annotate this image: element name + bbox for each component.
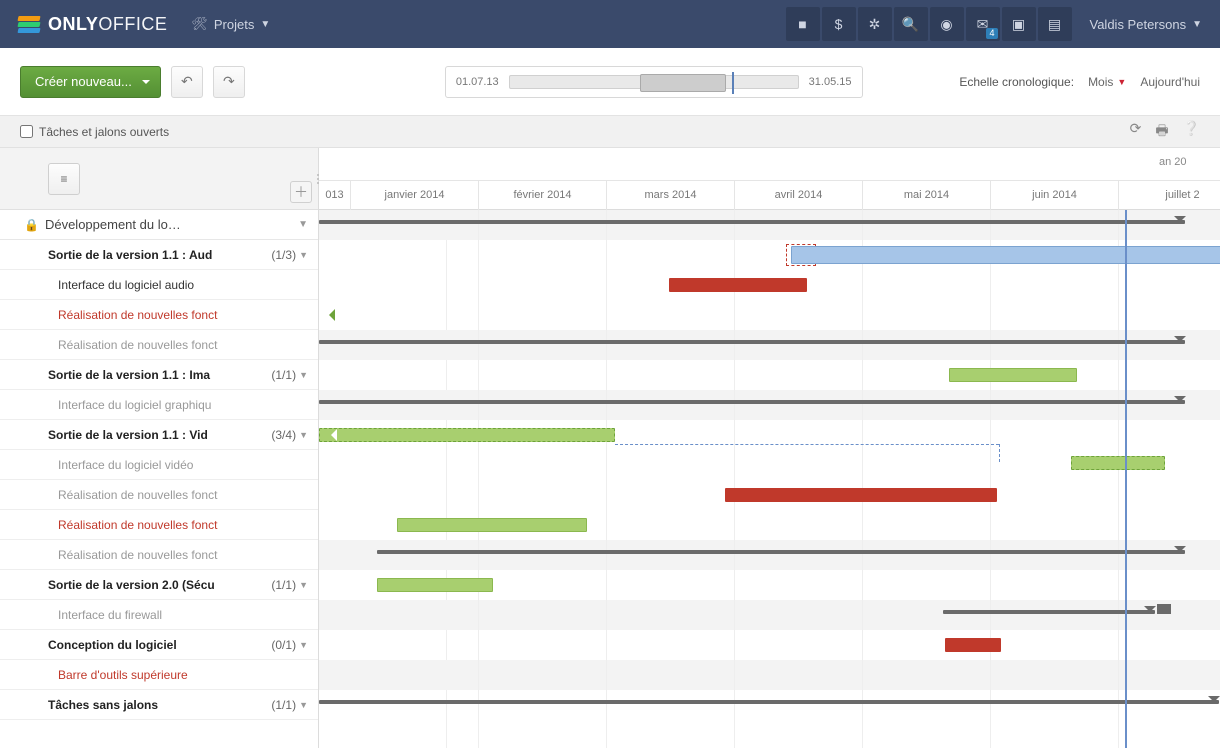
currency-icon[interactable]: $ [822,7,856,41]
task-row[interactable]: Réalisation de nouvelles fonct [0,510,318,540]
main-split: ≡ ＋ 🔒 Développement du lo… ▼ Sortie de l… [0,148,1220,748]
scale-label: Echelle cronologique: [959,75,1074,89]
gantt-bar[interactable] [319,428,615,442]
top-icon-bar: ■ $ ✲ 🔍 ◉ ✉4 ▣ ▤ [786,7,1072,41]
gantt-bar[interactable] [319,400,1185,404]
open-tasks-label: Tâches et jalons ouverts [39,125,169,139]
task-row[interactable]: Interface du logiciel vidéo [0,450,318,480]
mail-icon[interactable]: ✉4 [966,7,1000,41]
gantt-bar[interactable] [1071,456,1165,470]
month-cell: février 2014 [479,180,607,210]
task-list: Sortie de la version 1.1 : Aud(1/3) ▼Int… [0,240,318,748]
user-menu[interactable]: Valdis Petersons ▼ [1090,17,1203,32]
gantt-header: an 20 013janvier 2014février 2014mars 20… [319,148,1220,210]
task-row[interactable]: Sortie de la version 1.1 : Ima(1/1) ▼ [0,360,318,390]
sidebar-menu-button[interactable]: ≡ [48,163,80,195]
task-row[interactable]: Réalisation de nouvelles fonct [0,300,318,330]
gantt-bar[interactable] [319,340,1185,344]
search-icon[interactable]: 🔍 [894,7,928,41]
gantt-chart[interactable]: an 20 013janvier 2014février 2014mars 20… [319,148,1220,748]
module-label: Projets [214,17,254,32]
calendar-icon[interactable]: ▤ [1038,7,1072,41]
chevron-down-icon: ▼ [260,19,270,30]
topbar: ONLYOFFICE 🛠 Projets ▼ ■ $ ✲ 🔍 ◉ ✉4 ▣ ▤ … [0,0,1220,48]
gantt-bar[interactable] [945,638,1001,652]
gantt-bar[interactable] [377,578,493,592]
undo-button[interactable]: ↶ [171,66,203,98]
lock-icon: 🔒 [24,218,39,232]
task-row[interactable]: Réalisation de nouvelles fonct [0,540,318,570]
gantt-body [319,210,1220,748]
task-row[interactable]: Interface du logiciel graphiqu [0,390,318,420]
task-row[interactable]: Tâches sans jalons(1/1) ▼ [0,690,318,720]
chat-icon[interactable]: ▣ [1002,7,1036,41]
sidebar-head: ≡ ＋ [0,148,318,210]
task-row[interactable]: Sortie de la version 1.1 : Vid(3/4) ▼ [0,420,318,450]
task-row[interactable]: Sortie de la version 2.0 (Sécu(1/1) ▼ [0,570,318,600]
wrench-icon: 🛠 [191,16,208,32]
month-cell: 013 [319,180,351,210]
chevron-down-icon: ▼ [1117,77,1126,87]
task-row[interactable]: Sortie de la version 1.1 : Aud(1/3) ▼ [0,240,318,270]
month-cell: mai 2014 [863,180,991,210]
task-row[interactable]: Barre d'outils supérieure [0,660,318,690]
project-title: Développement du lo… [45,217,181,232]
gantt-bar[interactable] [319,220,1185,224]
month-cell: janvier 2014 [351,180,479,210]
gantt-bar[interactable] [949,368,1077,382]
user-name: Valdis Petersons [1090,17,1187,32]
date-range-slider[interactable]: 01.07.13 31.05.15 [445,66,863,98]
logo-text-thin: OFFICE [98,14,167,35]
task-row[interactable]: Réalisation de nouvelles fonct [0,330,318,360]
gantt-bar[interactable] [319,700,1219,704]
project-header[interactable]: 🔒 Développement du lo… ▼ [0,210,318,240]
gantt-bar[interactable] [725,488,997,502]
task-sidebar: ≡ ＋ 🔒 Développement du lo… ▼ Sortie de l… [0,148,319,748]
settings-gear-icon[interactable]: ✲ [858,7,892,41]
create-button[interactable]: Créer nouveau... [20,66,161,98]
gantt-bar[interactable] [377,550,1185,554]
logo-text-bold: ONLY [48,14,98,35]
redo-button[interactable]: ↷ [213,66,245,98]
print-icon[interactable]: 🖶 [1155,120,1168,144]
month-cell: juin 2014 [991,180,1119,210]
slider-handle[interactable] [640,74,726,92]
scale-select[interactable]: Mois▼ [1088,75,1126,89]
module-selector[interactable]: 🛠 Projets ▼ [191,16,270,32]
add-button[interactable]: ＋ [290,181,312,203]
open-tasks-checkbox[interactable] [20,125,33,138]
slider-track[interactable] [509,75,799,89]
gantt-bar[interactable] [791,246,1220,264]
month-cell: juillet 2 [1119,180,1220,210]
gantt-bar[interactable] [669,278,807,292]
today-button[interactable]: Aujourd'hui [1140,75,1200,89]
date-from: 01.07.13 [456,76,499,88]
refresh-icon[interactable]: ⟳ [1130,120,1142,144]
slider-today-marker [732,72,734,94]
date-to: 31.05.15 [809,76,852,88]
logo[interactable]: ONLYOFFICE [18,13,167,35]
filter-row: Tâches et jalons ouverts ⟳ 🖶 ❔ [0,116,1220,148]
toolbar: Créer nouveau... ↶ ↷ 01.07.13 31.05.15 E… [0,48,1220,116]
gantt-bar[interactable] [943,610,1155,614]
task-row[interactable]: Réalisation de nouvelles fonct [0,480,318,510]
task-row[interactable]: Conception du logiciel(0/1) ▼ [0,630,318,660]
mail-badge: 4 [986,28,997,39]
year-label: an 20 [1159,156,1187,174]
today-line [1125,210,1127,748]
chevron-down-icon: ▼ [298,219,308,230]
chevron-down-icon: ▼ [1192,19,1202,30]
feed-icon[interactable]: ◉ [930,7,964,41]
month-cell: avril 2014 [735,180,863,210]
gantt-bar[interactable] [397,518,587,532]
help-icon[interactable]: ❔ [1183,120,1200,144]
logo-mark-icon [18,13,40,35]
task-row[interactable]: Interface du firewall [0,600,318,630]
month-cell: mars 2014 [607,180,735,210]
video-icon[interactable]: ■ [786,7,820,41]
task-row[interactable]: Interface du logiciel audio [0,270,318,300]
